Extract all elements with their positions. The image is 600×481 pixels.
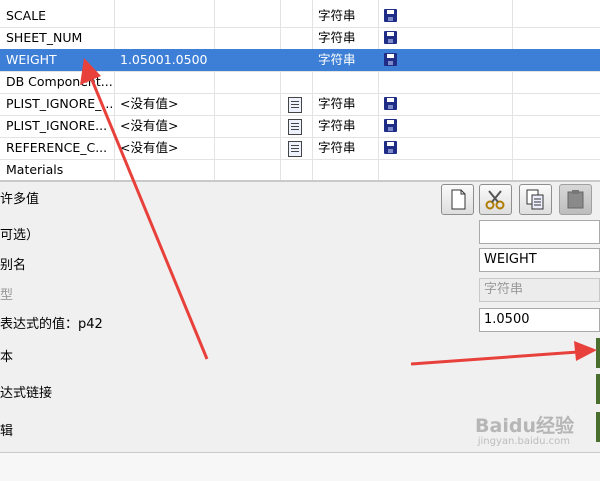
watermark-url: jingyan.baidu.com <box>477 436 570 447</box>
annotation-arrows <box>80 58 597 366</box>
watermark-logo: Baidu经验 <box>475 415 574 437</box>
